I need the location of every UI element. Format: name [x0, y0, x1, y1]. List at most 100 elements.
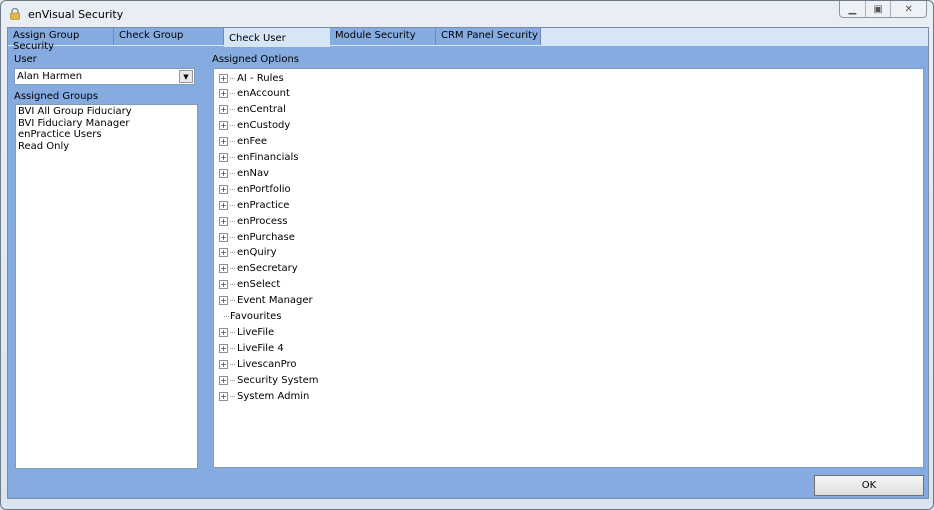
tree-node-label: enSelect	[237, 279, 281, 291]
tab-strip: Assign Group Security Check Group Check …	[8, 28, 928, 52]
assigned-groups-label: Assigned Groups	[14, 91, 99, 102]
tree-node-label: enNav	[237, 167, 270, 179]
tree-line	[230, 347, 235, 349]
assigned-options-label: Assigned Options	[212, 54, 299, 65]
expand-icon[interactable]: +	[219, 73, 228, 83]
expand-icon[interactable]: +	[219, 375, 228, 385]
minimize-button[interactable]: ▁	[840, 1, 866, 17]
ok-button[interactable]: OK	[814, 475, 924, 496]
tree-node-label: LiveFile 4	[237, 342, 284, 354]
title-bar: enVisual Security ▁ ▣ ✕	[1, 1, 933, 27]
tree-line	[230, 125, 235, 127]
expand-icon[interactable]: +	[219, 248, 228, 258]
tree-node[interactable]: + enPractice	[219, 198, 289, 212]
tree-node-label: Favourites	[230, 311, 282, 322]
tab-assign-group-security[interactable]: Assign Group Security	[8, 28, 114, 52]
tree-node[interactable]: + enAccount	[219, 87, 290, 101]
tree-node-label: enProcess	[237, 215, 288, 227]
tree-node[interactable]: + enNav	[219, 166, 269, 180]
tree-node[interactable]: + enSecretary	[219, 262, 298, 276]
tree-line	[230, 284, 235, 286]
tree-node[interactable]: + enPortfolio	[219, 182, 291, 196]
lock-icon	[10, 8, 20, 20]
tree-line	[230, 220, 235, 222]
list-item[interactable]: BVI All Group Fiduciary	[18, 106, 195, 118]
assigned-groups-list[interactable]: BVI All Group Fiduciary BVI Fiduciary Ma…	[15, 104, 198, 469]
expand-icon[interactable]: +	[219, 327, 228, 337]
tree-node-label: enPortfolio	[237, 183, 291, 195]
tree-node[interactable]: + enCustody	[219, 119, 290, 133]
tree-line	[230, 252, 235, 254]
list-item[interactable]: enPractice Users	[18, 129, 195, 141]
tree-line	[230, 300, 235, 302]
tree-node[interactable]: + enFinancials	[219, 151, 299, 165]
tree-line	[230, 395, 235, 397]
tree-line	[230, 331, 235, 333]
window-title: enVisual Security	[28, 8, 124, 21]
tree-node-label: Security System	[237, 374, 319, 386]
tree-node[interactable]: + Event Manager	[219, 294, 313, 308]
tree-node-label: enCustody	[237, 120, 291, 132]
tree-node[interactable]: + Security System	[219, 373, 319, 387]
expand-icon[interactable]: +	[219, 216, 228, 226]
tree-line	[230, 157, 235, 158]
expand-icon[interactable]: +	[219, 200, 228, 210]
tree-node[interactable]: + enFee	[219, 135, 267, 149]
restore-icon: ▣	[873, 3, 883, 15]
chevron-down-icon[interactable]: ▼	[179, 70, 193, 83]
expand-icon[interactable]: +	[219, 184, 228, 194]
tree-node[interactable]: + enQuiry	[219, 246, 277, 260]
tree-line	[230, 172, 235, 174]
expand-icon[interactable]: +	[219, 232, 228, 242]
tree-node[interactable]: Favourites	[219, 310, 282, 324]
tree-node[interactable]: + LivescanPro	[219, 357, 296, 371]
restore-button[interactable]: ▣	[866, 1, 892, 17]
expand-icon[interactable]: +	[219, 359, 228, 369]
tree-line	[230, 268, 235, 270]
expand-icon[interactable]: +	[219, 264, 228, 274]
close-icon: ✕	[904, 3, 913, 15]
tree-node[interactable]: + AI - Rules	[219, 71, 284, 85]
list-item[interactable]: Read Only	[18, 141, 195, 153]
tree-node[interactable]: + System Admin	[219, 389, 309, 403]
tab-module-security[interactable]: Module Security	[330, 28, 436, 45]
tree-line	[230, 379, 235, 381]
expand-icon[interactable]: +	[219, 105, 228, 115]
assigned-options-tree[interactable]: + AI - Rules + enAccount + enCentral + enCustod…	[213, 68, 924, 468]
tree-node[interactable]: + LiveFile	[219, 325, 274, 339]
security-window: enVisual Security ▁ ▣ ✕ Assign Group Sec…	[0, 0, 934, 510]
user-value: Alan Harmen	[17, 71, 83, 82]
expand-icon[interactable]: +	[219, 89, 228, 99]
tree-node[interactable]: + LiveFile 4	[219, 341, 284, 355]
expand-icon[interactable]: +	[219, 137, 228, 147]
tab-crm-panel-security[interactable]: CRM Panel Security	[436, 28, 541, 45]
tree-node-label: enFinancials	[237, 152, 299, 163]
tree-node-label: enPractice	[237, 199, 290, 211]
tree-node-label: System Admin	[237, 390, 310, 402]
close-button[interactable]: ✕	[891, 1, 926, 17]
minimize-icon: ▁	[848, 3, 857, 15]
tree-line	[230, 236, 235, 238]
tree-node-label: LivescanPro	[237, 358, 297, 370]
tree-line	[230, 188, 235, 190]
tab-check-group[interactable]: Check Group	[114, 28, 224, 45]
tree-node[interactable]: + enSelect	[219, 278, 280, 292]
tree-line	[230, 77, 235, 79]
expand-icon[interactable]: +	[219, 153, 228, 162]
tree-line	[230, 141, 235, 143]
tree-node-label: AI - Rules	[237, 72, 284, 84]
list-item[interactable]: BVI Fiduciary Manager	[18, 118, 195, 130]
tree-node[interactable]: + enProcess	[219, 214, 287, 228]
tab-check-user[interactable]: Check User	[224, 29, 330, 47]
user-select[interactable]: Alan Harmen ▼	[14, 68, 195, 85]
tree-node[interactable]: + enCentral	[219, 103, 286, 117]
expand-icon[interactable]: +	[219, 391, 228, 401]
expand-icon[interactable]: +	[219, 168, 228, 178]
tree-node[interactable]: + enPurchase	[219, 230, 295, 244]
expand-icon[interactable]: +	[219, 121, 228, 131]
client-area: Assign Group Security Check Group Check …	[7, 27, 929, 499]
expand-icon[interactable]: +	[219, 343, 228, 353]
expand-icon[interactable]: +	[219, 280, 228, 290]
tree-node-label: Event Manager	[237, 295, 313, 307]
expand-icon[interactable]: +	[219, 296, 228, 306]
